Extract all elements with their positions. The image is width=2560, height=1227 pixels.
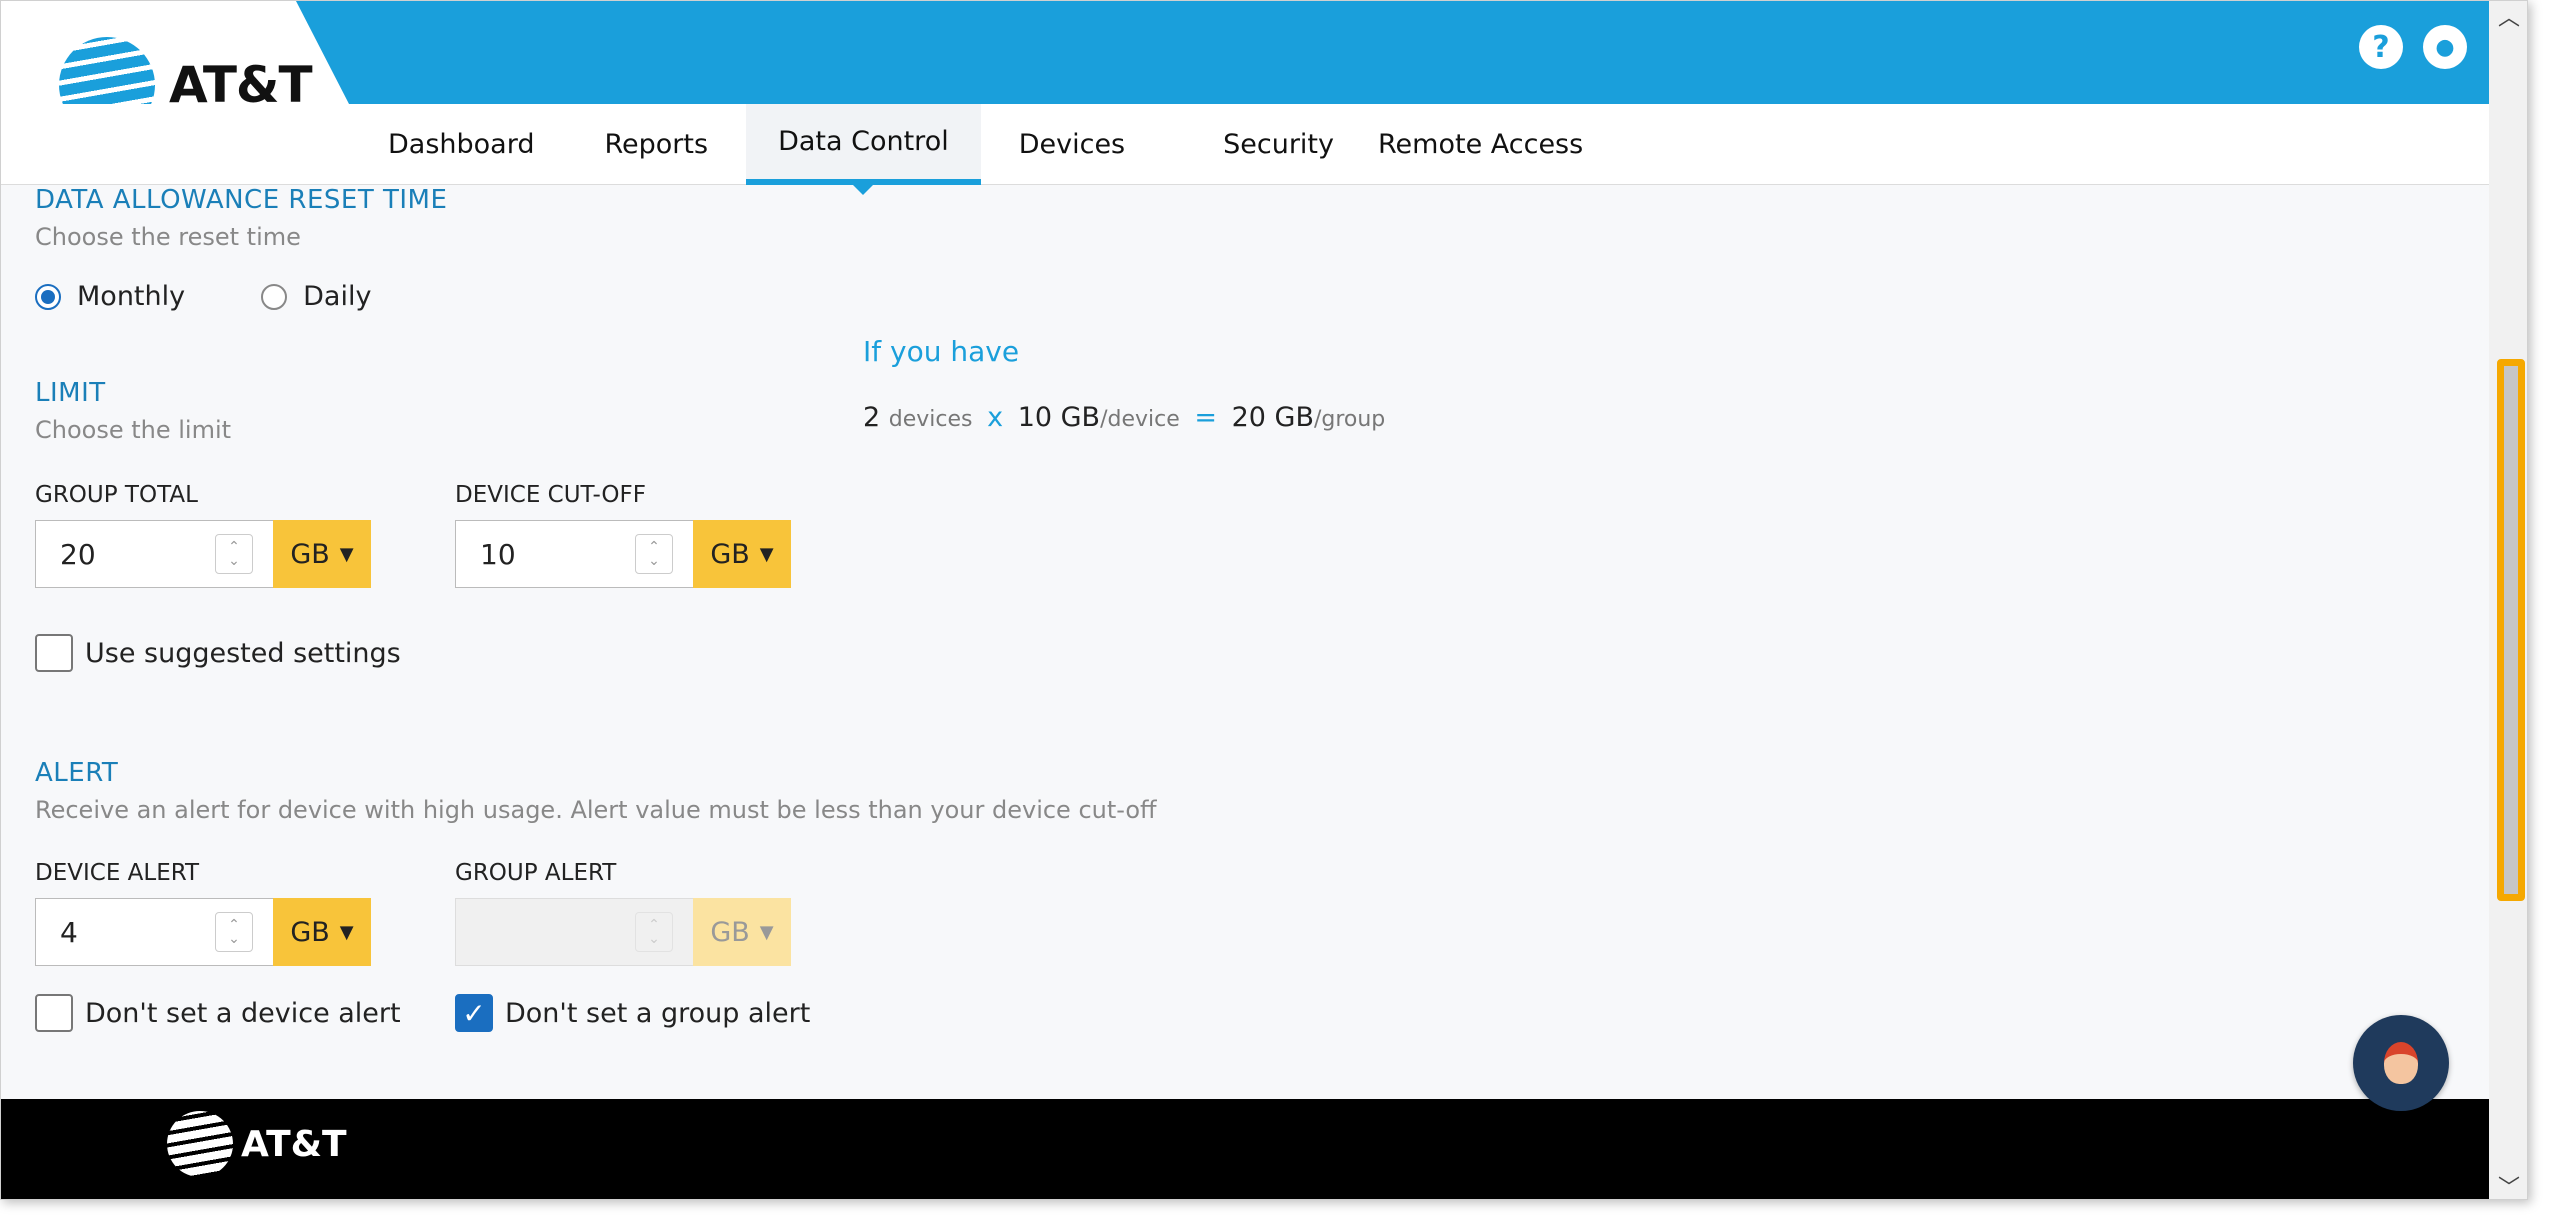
device-cutoff-label: DEVICE CUT-OFF [455,482,646,508]
device-alert-input[interactable]: 4 ⌃ ⌄ [35,898,273,966]
header-bar [291,1,2489,104]
footer-logo-text: AT&T [241,1123,347,1165]
vertical-scrollbar[interactable]: ︿ ﹀ [2489,1,2527,1199]
daily-label[interactable]: Daily [303,281,371,312]
caret-down-icon: ▼ [759,543,774,565]
chat-assistant-button[interactable] [2353,1015,2449,1111]
account-icon[interactable]: ● [2423,25,2467,69]
caret-down-icon: ▼ [339,921,354,943]
monthly-radio[interactable] [35,283,61,310]
no-group-alert-label[interactable]: Don't set a group alert [505,998,810,1029]
browser-window: AT&T ? ● Dashboard Reports Data Control … [0,0,2528,1200]
reset-section-subtitle: Choose the reset time [35,223,301,251]
tab-devices[interactable]: Devices [1019,104,1155,185]
use-suggested-row: Use suggested settings [35,634,2475,672]
data-control-form: DATA ALLOWANCE RESET TIME Choose the res… [35,185,2475,1032]
group-alert-unit-dropdown: GB ▼ [693,898,791,966]
daily-radio[interactable] [261,283,288,310]
group-total-label: GROUP TOTAL [35,482,198,508]
chat-avatar-icon [2384,1042,2418,1084]
alert-section-title: ALERT [35,758,119,788]
if-you-have-panel: If you have 2 devices x 10 GB/device = 2… [863,335,1385,433]
formula-group-unit: /group [1313,407,1386,432]
alert-section-subtitle: Receive an alert for device with high us… [35,796,1157,824]
group-total-stepper[interactable]: ⌃ ⌄ [215,534,253,574]
tab-security[interactable]: Security [1193,104,1364,185]
group-total-unit-dropdown[interactable]: GB ▼ [273,520,371,588]
formula-equals: = [1194,402,1217,433]
no-device-alert-label[interactable]: Don't set a device alert [85,998,401,1029]
scroll-up-icon[interactable]: ︿ [2489,1,2527,31]
device-cutoff-unit-dropdown[interactable]: GB ▼ [693,520,791,588]
tab-reports[interactable]: Reports [604,104,708,185]
no-group-alert-checkbox[interactable]: ✓ [455,994,493,1032]
device-alert-group: DEVICE ALERT 4 ⌃ ⌄ GB ▼ [35,860,371,966]
header-icons: ? ● [2359,25,2467,69]
limit-formula: 2 devices x 10 GB/device = 20 GB/group [863,402,1385,433]
device-cutoff-group: DEVICE CUT-OFF 10 ⌃ ⌄ GB ▼ [455,482,791,588]
caret-down-icon: ▼ [759,921,774,943]
device-cutoff-input[interactable]: 10 ⌃ ⌄ [455,520,693,588]
reset-options: Monthly Daily [35,281,2475,312]
device-alert-unit-dropdown[interactable]: GB ▼ [273,898,371,966]
att-globe-icon [167,1111,233,1177]
footer-logo: AT&T [167,1111,347,1177]
scroll-down-icon[interactable]: ﹀ [2489,1171,2527,1199]
monthly-label[interactable]: Monthly [77,281,185,312]
no-group-alert-row: ✓ Don't set a group alert [455,994,810,1032]
scrollbar-thumb[interactable] [2497,359,2525,901]
tab-remote-access[interactable]: Remote Access [1364,104,1597,185]
formula-per-device-unit: /device [1100,407,1180,432]
device-cutoff-stepper[interactable]: ⌃ ⌄ [635,534,673,574]
use-suggested-label[interactable]: Use suggested settings [85,638,401,669]
formula-group-value: 20 GB [1231,402,1314,433]
tab-data-control[interactable]: Data Control [746,104,981,195]
device-alert-stepper[interactable]: ⌃ ⌄ [215,912,253,952]
group-total-input[interactable]: 20 ⌃ ⌄ [35,520,273,588]
main-nav: Dashboard Reports Data Control Devices S… [1,104,2489,195]
caret-down-icon: ▼ [339,543,354,565]
formula-times: x [987,402,1004,433]
formula-devices-unit: devices [888,407,973,432]
group-alert-stepper: ⌃ ⌄ [635,912,673,952]
formula-devices: 2 [863,402,881,433]
no-device-alert-row: Don't set a device alert [35,994,455,1032]
help-icon[interactable]: ? [2359,25,2403,69]
if-you-have-title: If you have [863,335,1020,368]
use-suggested-checkbox[interactable] [35,634,73,672]
group-total-group: GROUP TOTAL 20 ⌃ ⌄ GB ▼ [35,482,371,588]
no-device-alert-checkbox[interactable] [35,994,73,1032]
group-alert-input[interactable]: ⌃ ⌄ [455,898,693,966]
group-alert-group: GROUP ALERT ⌃ ⌄ GB ▼ [455,860,791,966]
device-alert-label: DEVICE ALERT [35,860,200,886]
footer: AT&T [1,1099,2489,1199]
formula-per-device: 10 GB [1017,402,1101,433]
tab-dashboard[interactable]: Dashboard [356,104,566,185]
reset-section-title: DATA ALLOWANCE RESET TIME [35,185,448,215]
group-alert-label: GROUP ALERT [455,860,617,886]
